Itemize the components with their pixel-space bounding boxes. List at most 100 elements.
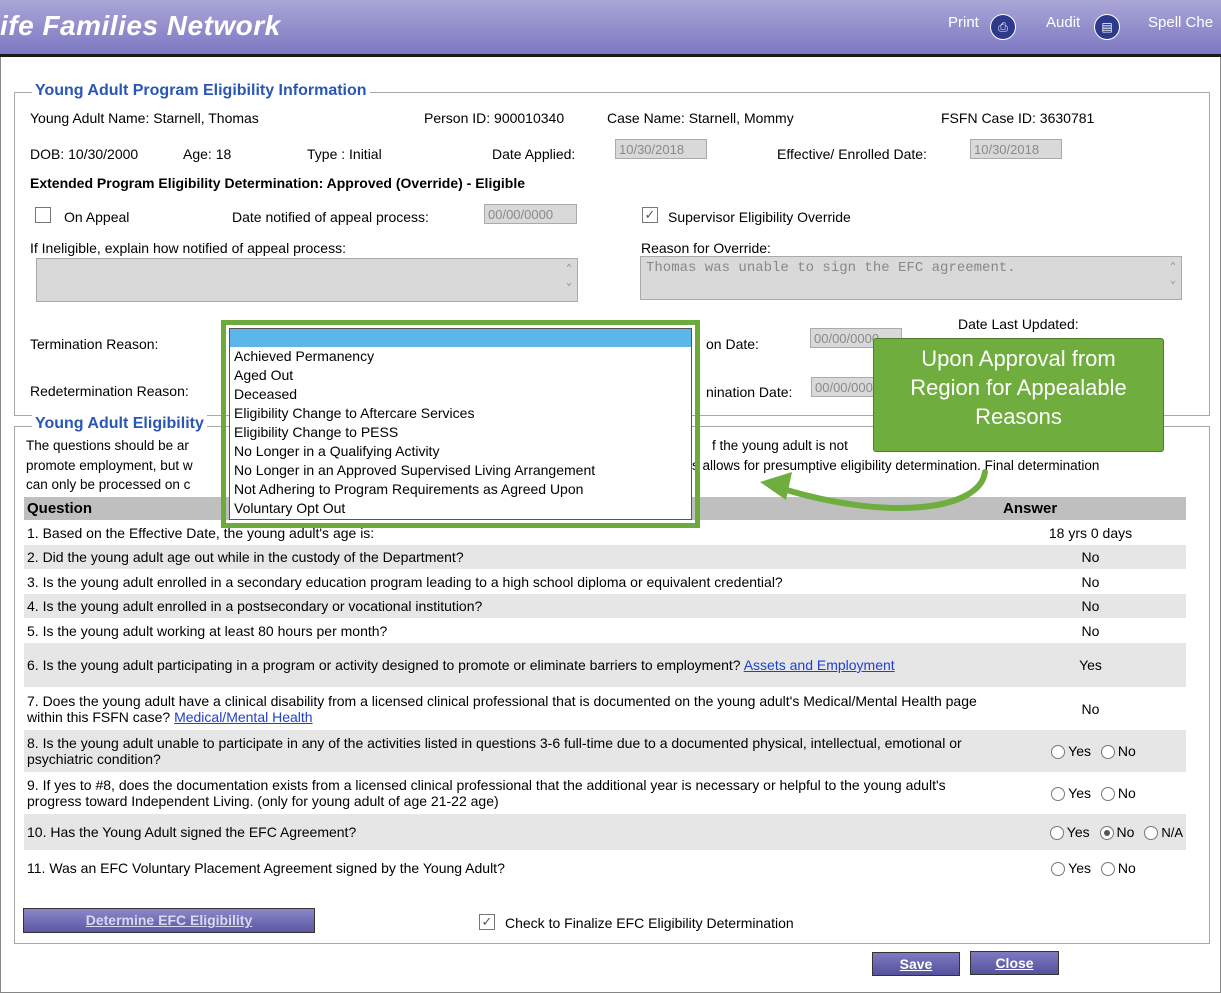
q8-yes-radio[interactable]: [1051, 745, 1066, 759]
q9-no-radio[interactable]: [1100, 787, 1115, 801]
answer-value: Yes: [995, 643, 1186, 687]
answer-value: No: [995, 594, 1186, 618]
medical-mental-health-link[interactable]: Medical/Mental Health: [174, 709, 313, 725]
answer-column-header: Answer: [995, 497, 1186, 520]
q10-na-label: N/A: [1161, 825, 1183, 840]
audit-button[interactable]: Audit: [1046, 14, 1080, 31]
callout-line-1: Upon Approval from: [921, 346, 1116, 371]
age: Age: 18: [183, 146, 232, 162]
app-title: ife Families Network: [0, 10, 281, 41]
question-text: 4. Is the young adult enrolled in a post…: [24, 594, 995, 618]
determine-efc-eligibility-button[interactable]: Determine EFC Eligibility: [23, 908, 315, 933]
q11-yes-label: Yes: [1068, 860, 1092, 876]
dropdown-selected-blank[interactable]: [230, 329, 691, 347]
questions-description-2a: promote employment, but w: [26, 458, 193, 473]
dropdown-option[interactable]: Not Adhering to Program Requirements as …: [230, 480, 691, 499]
redetermination-date-label: nination Date:: [706, 384, 793, 400]
table-row: 11. Was an EFC Voluntary Placement Agree…: [24, 850, 1186, 886]
print-icon[interactable]: ⎙: [990, 14, 1016, 40]
question-text: 11. Was an EFC Voluntary Placement Agree…: [24, 850, 995, 886]
dropdown-option[interactable]: Deceased: [230, 385, 691, 404]
answer-value: No: [995, 618, 1186, 643]
table-row: 5. Is the young adult working at least 8…: [24, 618, 1186, 643]
date-notified-field[interactable]: 00/00/0000: [484, 204, 577, 224]
override-reason-text: Thomas was unable to sign the EFC agreem…: [646, 260, 1016, 276]
q11-yes-radio[interactable]: [1051, 862, 1066, 876]
fsfn-case-id: FSFN Case ID: 3630781: [941, 110, 1095, 126]
q8-no-radio[interactable]: [1100, 745, 1115, 759]
date-applied-field[interactable]: 10/30/2018: [615, 139, 707, 159]
table-row: 9. If yes to #8, does the documentation …: [24, 772, 1186, 814]
dropdown-option[interactable]: No Longer in an Approved Supervised Livi…: [230, 461, 691, 480]
dropdown-option[interactable]: Eligibility Change to PESS: [230, 423, 691, 442]
question-text: 9. If yes to #8, does the documentation …: [24, 772, 995, 814]
question-text: 10. Has the Young Adult signed the EFC A…: [24, 814, 995, 850]
eligibility-determination: Extended Program Eligibility Determinati…: [30, 175, 526, 191]
date-last-updated-label: Date Last Updated:: [958, 316, 1079, 332]
ineligible-explain-label: If Ineligible, explain how notified of a…: [30, 240, 346, 256]
table-row: 2. Did the young adult age out while in …: [24, 545, 1186, 569]
dob: DOB: 10/30/2000: [30, 146, 139, 162]
table-row: 6. Is the young adult participating in a…: [24, 643, 1186, 687]
questions-description-3: can only be processed on c: [26, 477, 191, 492]
q10-yes-label: Yes: [1066, 824, 1090, 840]
dropdown-option[interactable]: Achieved Permanency: [230, 347, 691, 366]
eligibility-info-legend: Young Adult Program Eligibility Informat…: [32, 82, 370, 100]
scrollbar-arrows[interactable]: ⌃ ⌄: [563, 263, 575, 291]
question-text: 8. Is the young adult unable to particip…: [24, 730, 995, 772]
dropdown-option[interactable]: No Longer in a Qualifying Activity: [230, 442, 691, 461]
question-text: 3. Is the young adult enrolled in a seco…: [24, 569, 995, 594]
annotation-callout: Upon Approval from Region for Appealable…: [873, 338, 1164, 452]
q10-yes-radio[interactable]: [1049, 826, 1064, 840]
dropdown-option[interactable]: Voluntary Opt Out: [230, 499, 691, 518]
effective-date-label: Effective/ Enrolled Date:: [777, 146, 927, 162]
assets-employment-link[interactable]: Assets and Employment: [744, 657, 895, 673]
question-text: 6. Is the young adult participating in a…: [27, 657, 741, 673]
override-reason-label: Reason for Override:: [641, 240, 771, 256]
annotation-arrow: [760, 469, 988, 511]
q9-yes-radio[interactable]: [1051, 787, 1066, 801]
table-row: 8. Is the young adult unable to particip…: [24, 730, 1186, 772]
q11-no-radio[interactable]: [1100, 862, 1115, 876]
q8-no-label: No: [1117, 743, 1136, 759]
dropdown-option[interactable]: Eligibility Change to Aftercare Services: [230, 404, 691, 423]
dropdown-option[interactable]: Aged Out: [230, 366, 691, 385]
supervisor-override-checkbox[interactable]: ✓: [642, 207, 658, 223]
override-reason-textarea[interactable]: Thomas was unable to sign the EFC agreem…: [640, 256, 1182, 300]
effective-date-field[interactable]: 10/30/2018: [970, 139, 1062, 159]
answer-value: 18 yrs 0 days: [995, 520, 1186, 545]
person-id: Person ID: 900010340: [424, 110, 565, 126]
question-text: 5. Is the young adult working at least 8…: [24, 618, 995, 643]
callout-line-2: Region for Appealable: [910, 375, 1127, 400]
q8-yes-label: Yes: [1068, 743, 1092, 759]
print-button[interactable]: Print: [948, 14, 979, 31]
termination-reason-label: Termination Reason:: [30, 336, 159, 352]
q10-no-label: No: [1116, 824, 1135, 840]
finalize-determination-checkbox[interactable]: ✓: [479, 914, 495, 930]
finalize-determination-label: Check to Finalize EFC Eligibility Determ…: [505, 915, 794, 931]
spell-check-button[interactable]: Spell Che: [1148, 14, 1213, 31]
q10-na-radio[interactable]: [1144, 826, 1159, 840]
answer-value: No: [995, 545, 1186, 569]
question-text: 7. Does the young adult have a clinical …: [27, 692, 977, 725]
scrollbar-arrows[interactable]: ⌃ ⌄: [1167, 261, 1179, 289]
q11-no-label: No: [1117, 860, 1136, 876]
document-icon[interactable]: ▤: [1094, 14, 1120, 40]
answer-value: No: [995, 687, 1186, 730]
callout-line-3: Reasons: [975, 404, 1062, 429]
table-row: 3. Is the young adult enrolled in a seco…: [24, 569, 1186, 594]
save-button[interactable]: Save: [872, 952, 960, 976]
termination-date-label: on Date:: [706, 336, 759, 352]
date-applied-label: Date Applied:: [492, 146, 576, 162]
eligibility-questions-legend: Young Adult Eligibility: [32, 415, 207, 433]
type: Type : Initial: [307, 146, 382, 162]
table-row: 4. Is the young adult enrolled in a post…: [24, 594, 1186, 618]
close-button[interactable]: Close: [970, 951, 1059, 975]
eligibility-questions-table: Question Answer 1. Based on the Effectiv…: [24, 497, 1186, 886]
on-appeal-checkbox[interactable]: [35, 207, 51, 223]
redetermination-reason-label: Redetermination Reason:: [30, 383, 189, 399]
table-row: 10. Has the Young Adult signed the EFC A…: [24, 814, 1186, 850]
appeal-explanation-textarea[interactable]: ⌃ ⌄: [36, 258, 578, 302]
termination-reason-dropdown[interactable]: Achieved Permanency Aged Out Deceased El…: [229, 328, 692, 520]
q10-no-radio[interactable]: [1099, 826, 1114, 840]
